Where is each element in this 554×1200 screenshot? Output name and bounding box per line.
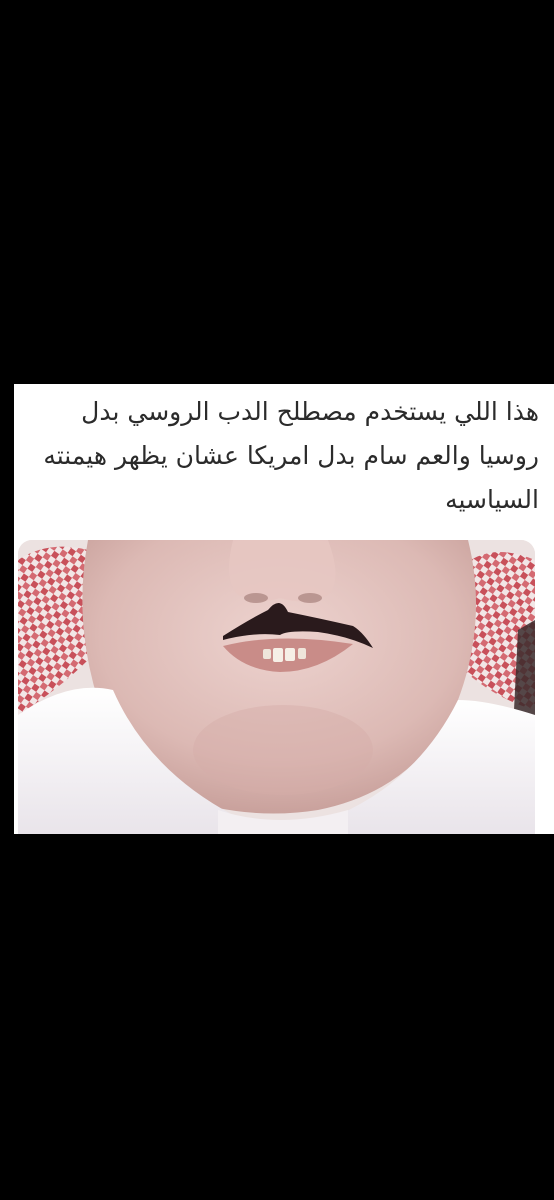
post-card[interactable]: هذا اللي يستخدم مصطلح الدب الروسي بدل رو… (14, 384, 554, 834)
nose (229, 540, 336, 602)
meme-photo[interactable] (18, 540, 535, 834)
meme-photo-image (18, 540, 535, 834)
post-caption: هذا اللي يستخدم مصطلح الدب الروسي بدل رو… (43, 397, 539, 514)
screen: هذا اللي يستخدم مصطلح الدب الروسي بدل رو… (0, 0, 554, 1200)
